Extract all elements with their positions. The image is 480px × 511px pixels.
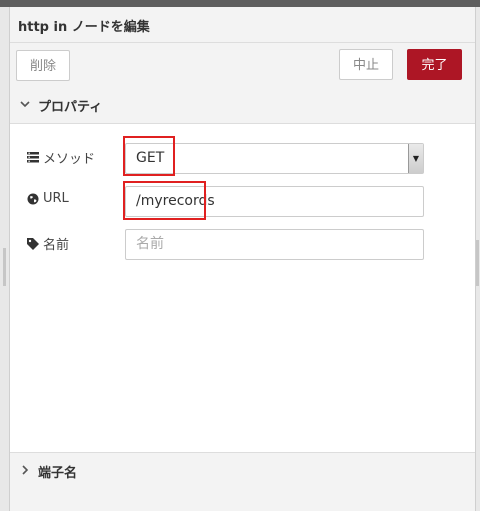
method-label-text: メソッド (43, 152, 96, 167)
name-input-placeholder: 名前 (136, 236, 164, 252)
ports-section-header[interactable]: 端子名 (10, 452, 475, 490)
left-resize-handle[interactable] (3, 248, 6, 286)
method-label: メソッド (27, 148, 95, 167)
chevron-down-icon[interactable]: ▼ (408, 144, 423, 173)
tray-title: http in ノードを編集 (18, 20, 150, 35)
tray-footer (10, 488, 475, 511)
properties-section-header[interactable]: プロパティ (10, 87, 475, 124)
tray-header: http in ノードを編集 (10, 7, 475, 43)
name-input[interactable]: 名前 (125, 229, 424, 260)
window-top-bar (0, 0, 480, 7)
name-label-text: 名前 (43, 238, 70, 253)
tag-icon (27, 237, 39, 250)
done-button[interactable]: 完了 (407, 49, 462, 80)
chevron-right-icon (20, 463, 30, 477)
delete-button[interactable]: 削除 (16, 50, 70, 81)
globe-icon (27, 193, 39, 205)
chevron-down-icon (20, 97, 30, 111)
url-label: URL (27, 191, 69, 206)
right-resize-handle[interactable] (476, 240, 479, 286)
method-select[interactable]: GET ▼ (125, 143, 424, 174)
list-icon (27, 152, 39, 163)
url-input-value: /myrecords (136, 193, 215, 209)
ports-section-label: 端子名 (38, 466, 78, 481)
url-input[interactable]: /myrecords (125, 186, 424, 217)
edit-tray: http in ノードを編集 削除 中止 完了 プロパティ メソッド GET ▼ (10, 7, 475, 511)
method-selected-value: GET (136, 150, 165, 166)
cancel-button[interactable]: 中止 (339, 49, 393, 80)
properties-section-label: プロパティ (38, 100, 103, 115)
name-label: 名前 (27, 234, 69, 253)
url-label-text: URL (43, 191, 69, 206)
